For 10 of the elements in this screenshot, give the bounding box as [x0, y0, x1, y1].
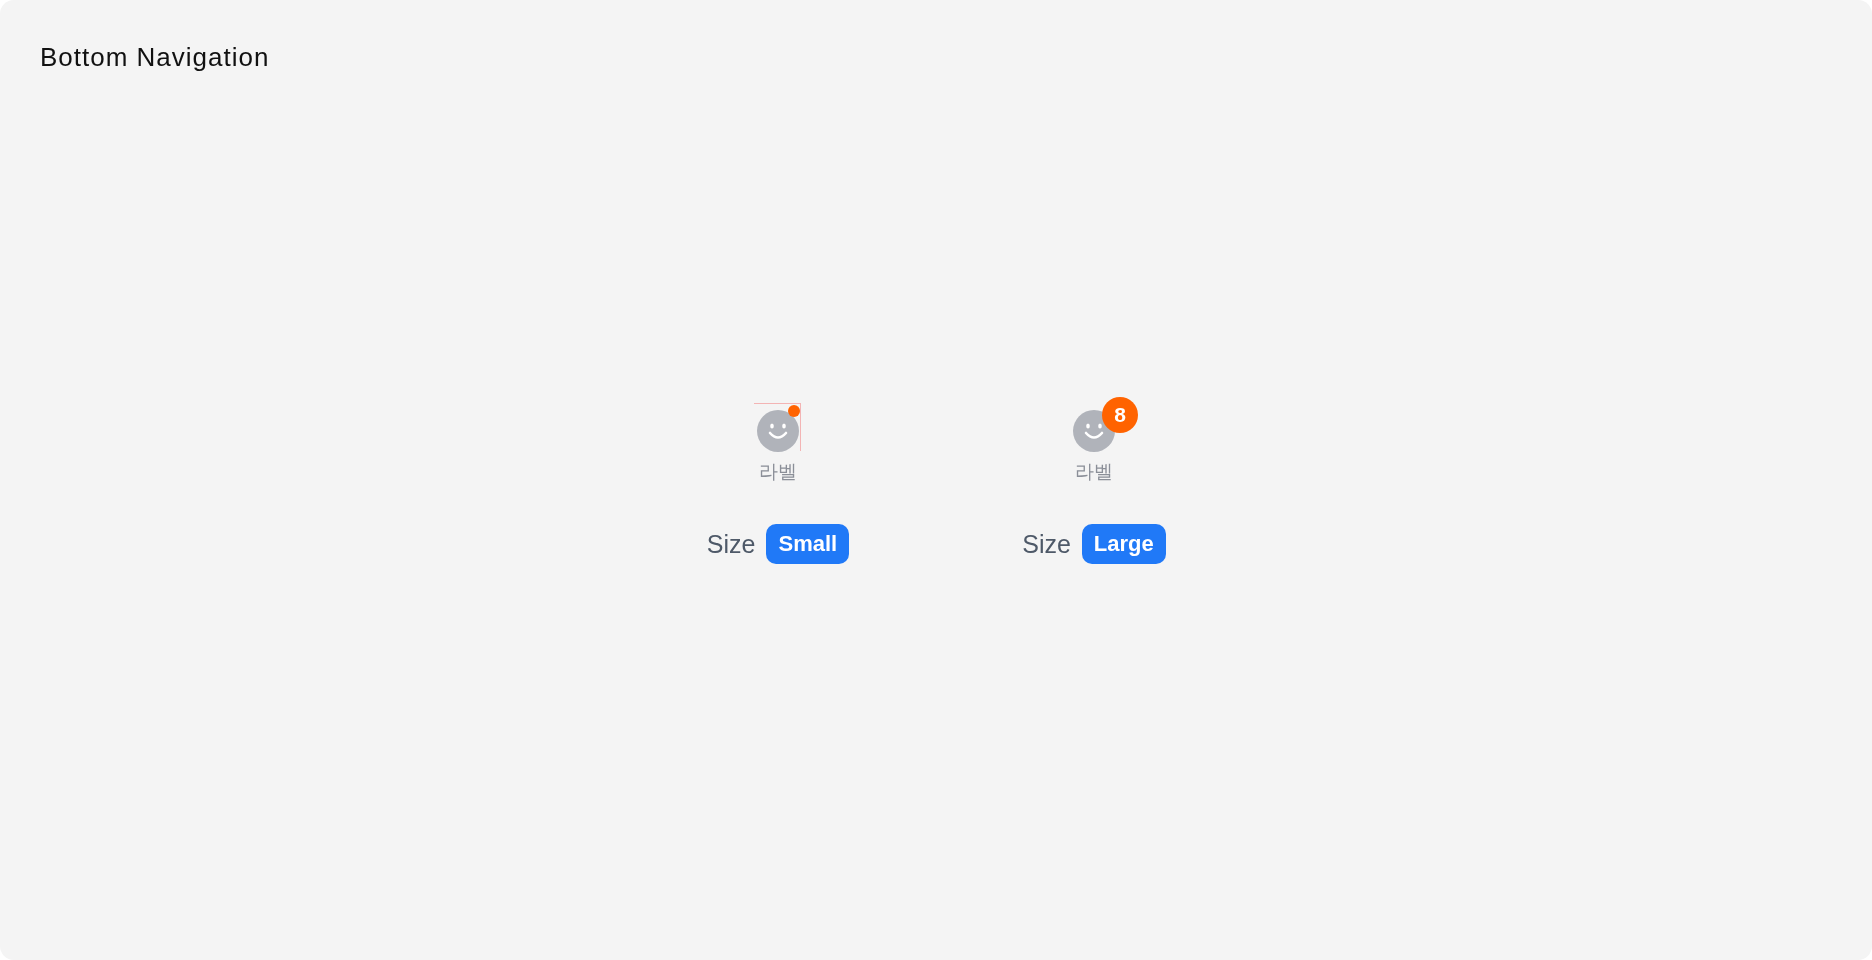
smiley-face-icon [757, 410, 799, 452]
size-value-chip: Large [1081, 524, 1166, 564]
size-label: Size [1022, 530, 1071, 558]
nav-label: 라벨 [759, 460, 797, 484]
notification-dot-icon [788, 405, 800, 417]
size-value-chip: Small [766, 524, 850, 564]
page-title: Bottom Navigation [40, 42, 270, 72]
size-label: Size [706, 530, 756, 558]
nav-label: 라벨 [1075, 460, 1113, 484]
count-badge: 8 [1102, 397, 1138, 433]
